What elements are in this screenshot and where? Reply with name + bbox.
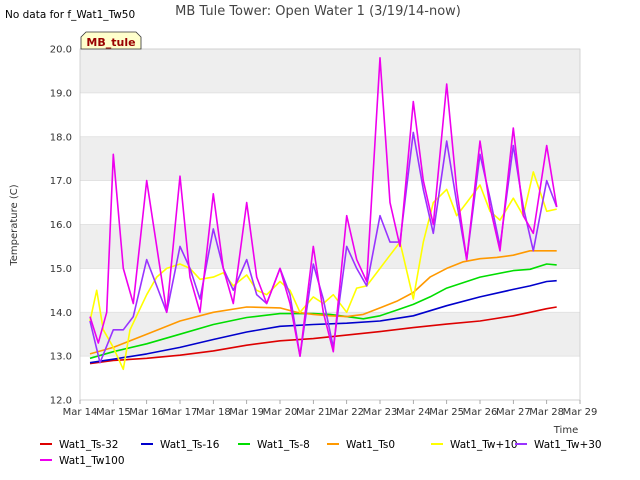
y-tick-label: 14.0 <box>50 308 72 319</box>
x-tick-label: Mar 17 <box>163 407 198 418</box>
x-tick-labels: Mar 14Mar 15Mar 16Mar 17Mar 18Mar 19Mar … <box>63 400 598 418</box>
x-tick-label: Mar 24 <box>396 407 431 418</box>
legend-item: Wat1_Ts0 <box>327 439 395 451</box>
x-tick-label: Mar 28 <box>529 407 564 418</box>
x-tick-label: Mar 23 <box>363 407 398 418</box>
x-tick-label: Mar 27 <box>496 407 531 418</box>
plot-area <box>79 48 581 401</box>
legend-label: Wat1_Ts-32 <box>59 439 119 451</box>
chart-title: MB Tule Tower: Open Water 1 (3/19/14-now… <box>175 4 461 19</box>
corner-note: No data for f_Wat1_Tw50 <box>5 9 135 21</box>
x-tick-label: Mar 16 <box>129 407 164 418</box>
legend-item: Wat1_Tw+10 <box>431 439 518 451</box>
legend-item: Wat1_Ts-8 <box>238 439 310 451</box>
x-tick-label: Mar 18 <box>196 407 231 418</box>
y-tick-label: 15.0 <box>50 264 72 275</box>
y-tick-label: 13.0 <box>50 352 72 363</box>
badge-label: MB_tule <box>86 36 135 49</box>
legend-item: Wat1_Ts-32 <box>40 439 119 451</box>
x-axis-label: Time <box>553 425 578 436</box>
legend-item: Wat1_Ts-16 <box>141 439 220 451</box>
legend: Wat1_Ts-32 Wat1_Ts-16 Wat1_Ts-8 Wat1_Ts0 Wat… <box>40 439 602 467</box>
grid-band <box>80 136 580 181</box>
x-tick-label: Mar 22 <box>329 407 364 418</box>
legend-label: Wat1_Ts-8 <box>257 439 310 451</box>
x-tick-label: Mar 26 <box>463 407 498 418</box>
legend-item: Wat1_Tw+30 <box>515 439 602 451</box>
legend-label: Wat1_Ts0 <box>346 439 395 451</box>
x-tick-label: Mar 19 <box>229 407 264 418</box>
x-tick-label: Mar 20 <box>263 407 298 418</box>
grid-band <box>80 49 580 93</box>
y-tick-label: 12.0 <box>50 396 72 407</box>
y-tick-labels: 12.0 13.0 14.0 15.0 16.0 17.0 18.0 19.0 20.0 <box>50 45 72 407</box>
x-tick-label: Mar 21 <box>296 407 331 418</box>
y-tick-label: 19.0 <box>50 88 72 99</box>
legend-item: Wat1_Tw100 <box>40 455 125 467</box>
chart: MB Tule Tower: Open Water 1 (3/19/14-now… <box>5 4 602 467</box>
badge: MB_tule <box>80 31 142 50</box>
y-tick-label: 16.0 <box>50 220 72 231</box>
y-tick-label: 18.0 <box>50 132 72 143</box>
x-tick-label: Mar 15 <box>96 407 131 418</box>
y-tick-label: 17.0 <box>50 176 72 187</box>
y-axis-label: Temperature (C) <box>9 184 20 266</box>
legend-label: Wat1_Tw+10 <box>450 439 518 451</box>
legend-label: Wat1_Tw+30 <box>534 439 602 451</box>
y-tick-label: 20.0 <box>50 45 72 56</box>
legend-label: Wat1_Tw100 <box>59 455 125 467</box>
x-tick-label: Mar 14 <box>63 407 98 418</box>
x-tick-label: Mar 29 <box>563 407 598 418</box>
x-tick-label: Mar 25 <box>429 407 464 418</box>
legend-label: Wat1_Ts-16 <box>160 439 220 451</box>
